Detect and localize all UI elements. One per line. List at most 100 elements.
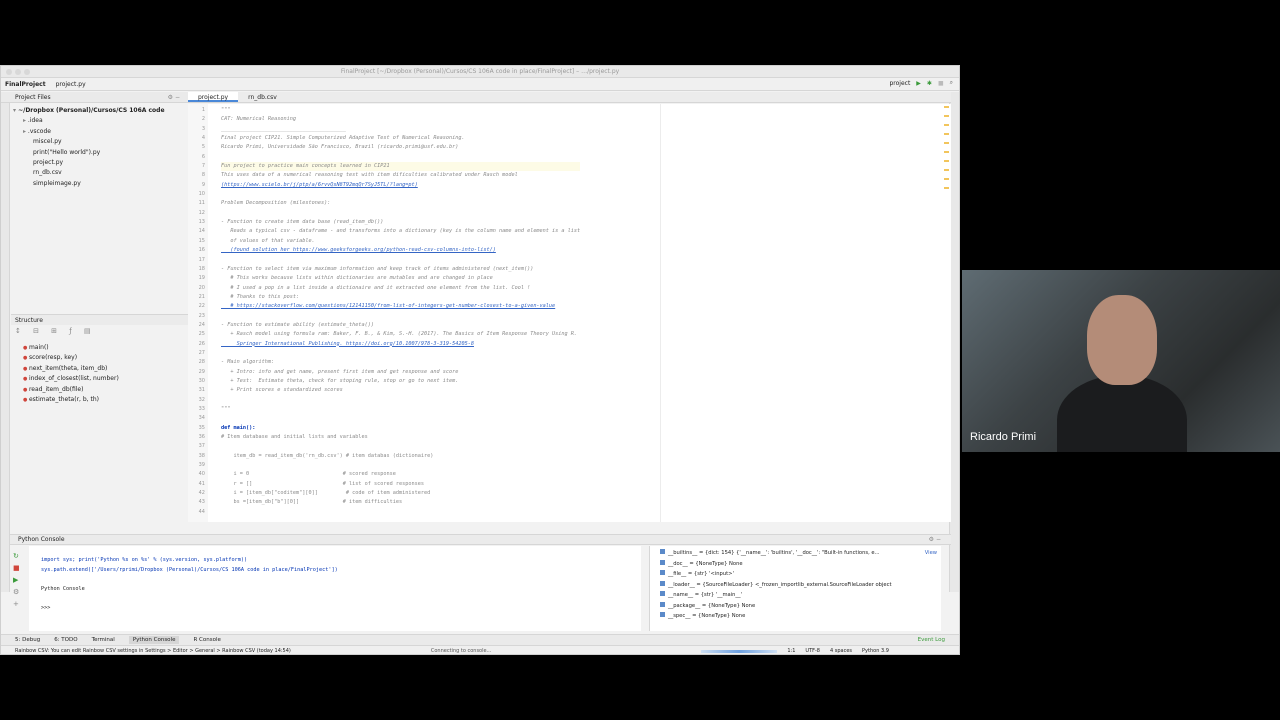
project-panel-title[interactable]: Project Files bbox=[15, 94, 51, 101]
run-icon[interactable]: ▶ bbox=[916, 80, 921, 87]
tab-python-console[interactable]: Python Console bbox=[128, 636, 180, 644]
stop-icon[interactable]: ■ bbox=[938, 80, 944, 87]
event-log-button[interactable]: Event Log bbox=[918, 637, 945, 643]
tab-rn-db-csv[interactable]: rn_db.csv bbox=[238, 92, 287, 102]
tab-r-console[interactable]: R Console bbox=[193, 637, 220, 643]
code-line[interactable] bbox=[221, 442, 580, 451]
code-line[interactable]: Springer International Publishing. https… bbox=[221, 340, 580, 349]
tree-item[interactable]: rn_db.csv bbox=[13, 168, 188, 178]
code-line[interactable]: Ricardo Primi, Universidade São Francisc… bbox=[221, 143, 580, 152]
code-line[interactable]: + Intro: info and get name, present firs… bbox=[221, 368, 580, 377]
structure-toolbar-icons[interactable]: ↕ ⊟ ⊞ ƒ ▤ bbox=[15, 327, 96, 335]
breadcrumb-file[interactable]: project.py bbox=[56, 81, 86, 88]
add-icon[interactable]: + bbox=[13, 598, 27, 610]
tree-item[interactable]: .vscode bbox=[13, 127, 188, 137]
code-line[interactable]: Reads a typical csv - dataframe - and tr… bbox=[221, 227, 580, 236]
code-line[interactable] bbox=[221, 256, 580, 265]
variable-row[interactable]: __builtins__ = {dict: 154} {'__name__': … bbox=[660, 548, 941, 559]
tab-terminal[interactable]: Terminal bbox=[92, 637, 115, 643]
code-line[interactable]: Final project CIP21. Simple Computerized… bbox=[221, 134, 580, 143]
code-line[interactable]: ________________________________________ bbox=[221, 125, 580, 134]
tree-item[interactable]: miscel.py bbox=[13, 137, 188, 147]
code-line[interactable]: This uses data of a numerical reasoning … bbox=[221, 171, 580, 180]
structure-item[interactable]: main() bbox=[23, 343, 119, 353]
code-line[interactable] bbox=[221, 312, 580, 321]
stop-console-icon[interactable]: ■ bbox=[13, 562, 27, 574]
code-line[interactable]: + Test: Estimate theta, check for stopin… bbox=[221, 377, 580, 386]
code-line[interactable]: - Function to select item via maximum in… bbox=[221, 265, 580, 274]
tree-item[interactable]: project.py bbox=[13, 158, 188, 168]
file-encoding[interactable]: UTF-8 bbox=[805, 646, 820, 654]
variable-row[interactable]: __spec__ = {NoneType} None bbox=[660, 611, 941, 622]
search-icon[interactable]: ⌕ bbox=[950, 79, 953, 87]
tree-root[interactable]: ~/Dropbox (Personal)/Cursos/CS 106A code bbox=[13, 106, 188, 116]
minimize-window-button[interactable] bbox=[15, 69, 21, 75]
code-line[interactable]: (found solution her https://www.geeksfor… bbox=[221, 246, 580, 255]
code-line[interactable]: # Thanks to this post: bbox=[221, 293, 580, 302]
structure-item[interactable]: score(resp, key) bbox=[23, 353, 119, 363]
code-line[interactable]: i = [item_db["coditem"][0]] # code of it… bbox=[221, 489, 580, 498]
code-line[interactable] bbox=[221, 396, 580, 405]
code-line[interactable] bbox=[221, 349, 580, 358]
code-line[interactable]: Problem Decomposition (milestones): bbox=[221, 199, 580, 208]
code-line[interactable]: # I used a pop in a list inside a dictio… bbox=[221, 284, 580, 293]
settings-icon[interactable]: ⚙ bbox=[13, 586, 27, 598]
tab-todo[interactable]: 6: TODO bbox=[54, 637, 77, 643]
code-line[interactable]: """ bbox=[221, 405, 580, 414]
console-title[interactable]: Python Console bbox=[18, 536, 65, 543]
structure-item[interactable]: estimate_theta(r, b, th) bbox=[23, 395, 119, 405]
close-window-button[interactable] bbox=[6, 69, 12, 75]
structure-item[interactable]: index_of_closest(list, number) bbox=[23, 374, 119, 384]
console-settings-icon[interactable]: ⚙ − bbox=[929, 535, 941, 545]
variable-row[interactable]: __file__ = {str} '<input>' bbox=[660, 569, 941, 580]
code-line[interactable]: CAT: Numerical Reasoning bbox=[221, 115, 580, 124]
code-line[interactable]: - Main algorithm: bbox=[221, 358, 580, 367]
code-editor[interactable]: 1 2 3 4 5 6 7 8 9 10 11 12 13 14 15 16 17 18 19 20 21 22 23 24 2… bbox=[188, 104, 951, 522]
console-prompt[interactable]: >>> bbox=[41, 604, 641, 614]
code-line[interactable]: # Item database and initial lists and va… bbox=[221, 433, 580, 442]
run-config-select[interactable]: project bbox=[889, 80, 910, 87]
code-line[interactable] bbox=[221, 508, 580, 517]
structure-title[interactable]: Structure bbox=[15, 317, 43, 324]
project-panel-settings-icon[interactable]: ⚙ − bbox=[168, 94, 180, 101]
interpreter[interactable]: Python 3.9 bbox=[862, 646, 889, 654]
code-line[interactable]: # https://stackoverflow.com/questions/12… bbox=[221, 302, 580, 311]
tree-item[interactable]: print("Hello world").py bbox=[13, 148, 188, 158]
debug-icon[interactable]: ✱ bbox=[927, 80, 932, 87]
code-line[interactable]: # This works because lists within dictio… bbox=[221, 274, 580, 283]
code-line[interactable]: i = 0 # scored response bbox=[221, 470, 580, 479]
code-text[interactable]: """ CAT: Numerical Reasoning _____________… bbox=[221, 106, 581, 517]
code-line[interactable] bbox=[221, 190, 580, 199]
variable-row[interactable]: __doc__ = {NoneType} None bbox=[660, 559, 941, 570]
console-output[interactable]: import sys; print('Python %s on %s' % (s… bbox=[29, 546, 641, 631]
code-line[interactable]: r = [] # list of scored responses bbox=[221, 480, 580, 489]
code-line[interactable]: + Print scores e standardized scores bbox=[221, 386, 580, 395]
code-line[interactable] bbox=[221, 461, 580, 470]
tree-item[interactable]: .idea bbox=[13, 116, 188, 126]
variable-row[interactable]: __loader__ = {SourceFileLoader} <_frozen… bbox=[660, 580, 941, 591]
code-line[interactable]: - Function to create item data base (rea… bbox=[221, 218, 580, 227]
tab-debug[interactable]: 5: Debug bbox=[15, 637, 40, 643]
code-line[interactable]: + Rasch model using formula ram: Baker, … bbox=[221, 330, 580, 339]
code-line[interactable]: """ bbox=[221, 106, 580, 115]
rerun-icon[interactable]: ↻ bbox=[13, 550, 27, 562]
code-line[interactable]: Fun project to practice main concepts le… bbox=[221, 162, 581, 172]
tree-item[interactable]: simpleimage.py bbox=[13, 179, 188, 189]
structure-item[interactable]: read_item_db(file) bbox=[23, 385, 119, 395]
zoom-window-button[interactable] bbox=[24, 69, 30, 75]
scrollbar-markers[interactable] bbox=[944, 106, 949, 196]
structure-item[interactable]: next_item(theta, item_db) bbox=[23, 364, 119, 374]
code-line[interactable] bbox=[221, 414, 580, 423]
indent-setting[interactable]: 4 spaces bbox=[830, 646, 852, 654]
view-link[interactable]: View bbox=[925, 548, 937, 559]
code-line[interactable] bbox=[221, 209, 580, 218]
execute-icon[interactable]: ▶ bbox=[13, 574, 27, 586]
code-line[interactable] bbox=[221, 153, 580, 162]
variable-row[interactable]: __name__ = {str} '__main__' bbox=[660, 590, 941, 601]
status-message[interactable]: Rainbow CSV: You can edit Rainbow CSV se… bbox=[15, 646, 291, 654]
variable-row[interactable]: __package__ = {NoneType} None bbox=[660, 601, 941, 612]
code-line[interactable]: (https://www.scielo.br/j/ptp/a/6rvvQsN8T… bbox=[221, 181, 580, 190]
code-line[interactable]: - Function to estimate ability (estimate… bbox=[221, 321, 580, 330]
tab-project-py[interactable]: project.py bbox=[188, 92, 239, 102]
cursor-position[interactable]: 1:1 bbox=[787, 646, 795, 654]
